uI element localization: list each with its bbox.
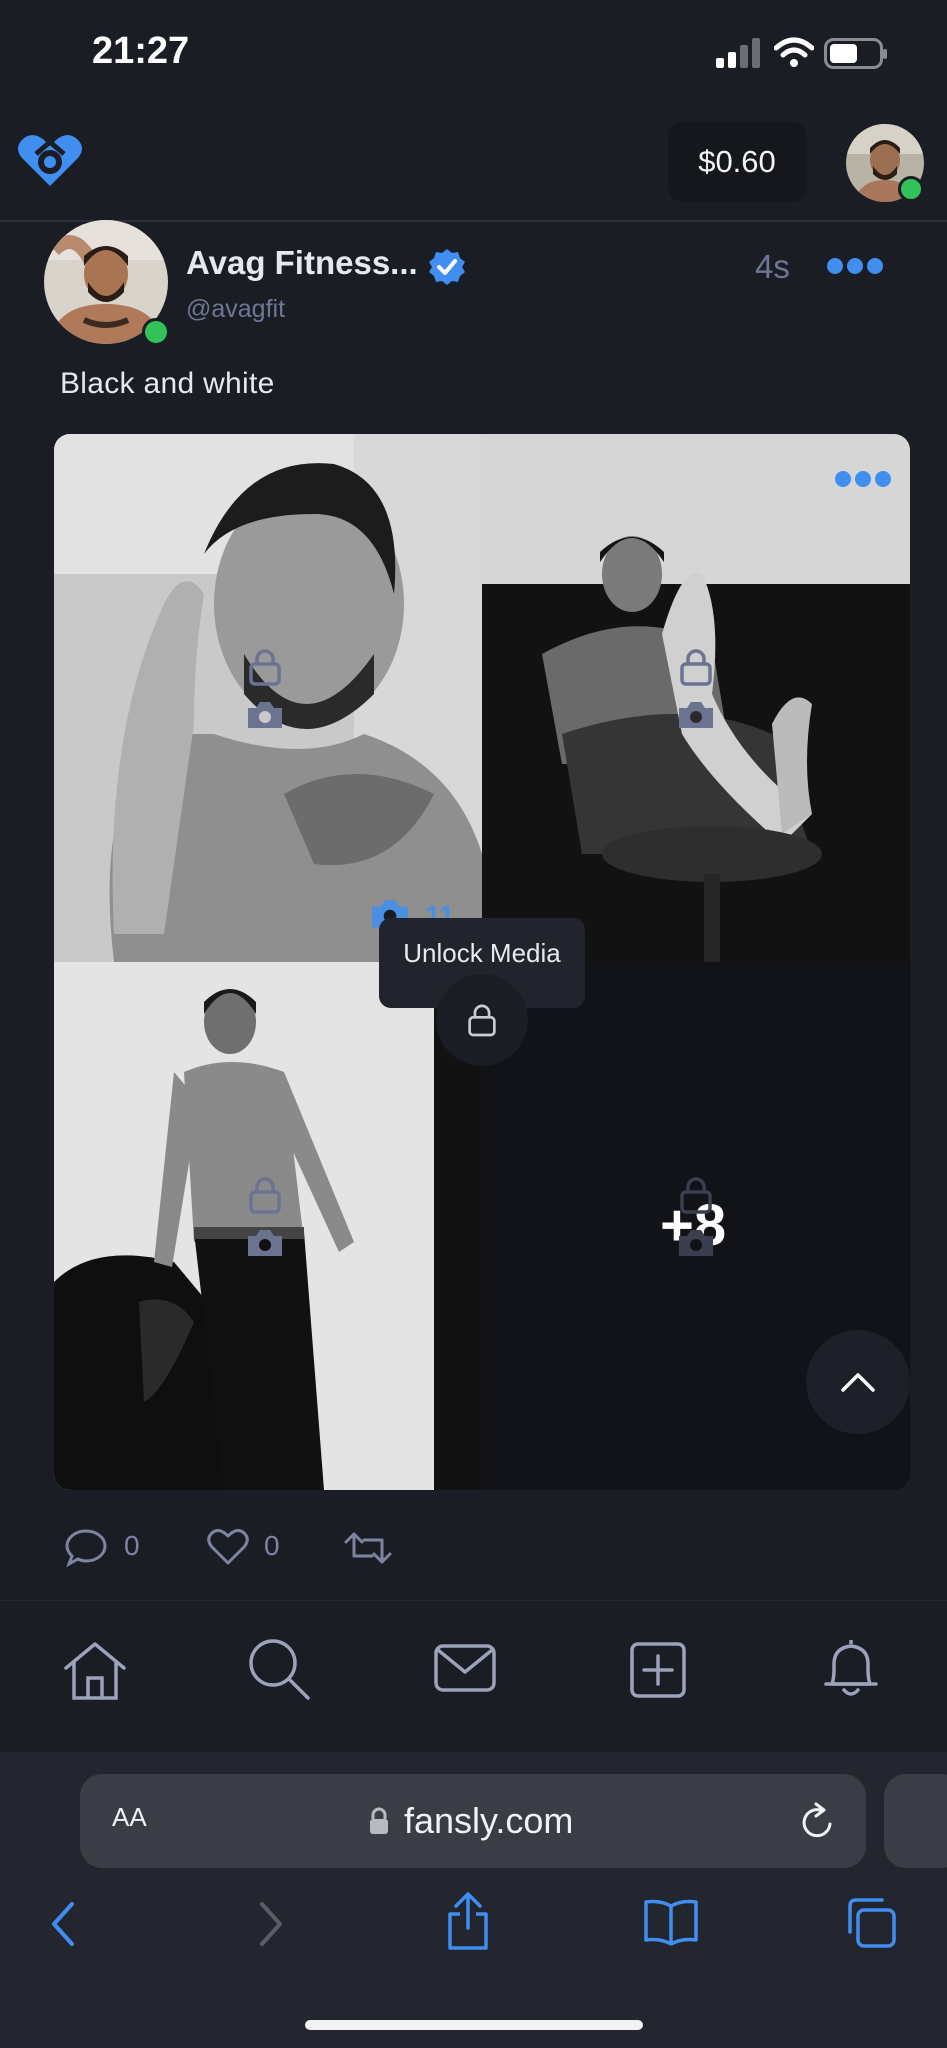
camera-icon (248, 1230, 282, 1256)
cellular-signal-icon (716, 38, 760, 68)
url-text[interactable]: fansly.com (404, 1800, 573, 1842)
comment-count: 0 (124, 1530, 140, 1561)
repost-icon[interactable] (342, 1530, 394, 1566)
heart-icon[interactable] (206, 1526, 250, 1566)
lock-icon (249, 1177, 281, 1214)
unlock-media-button[interactable] (436, 974, 528, 1066)
wallet-balance-button[interactable]: $0.60 (668, 122, 806, 202)
author-online-dot (142, 318, 170, 346)
post-more-icon[interactable] (826, 256, 884, 276)
forward-icon[interactable] (256, 1900, 286, 1948)
next-tab-preview[interactable] (884, 1774, 947, 1868)
status-time: 21:27 (92, 30, 190, 72)
verified-icon (429, 249, 465, 285)
text-size-button[interactable]: AA (112, 1802, 147, 1833)
tabs-icon[interactable] (844, 1896, 898, 1950)
post-caption: Black and white (60, 367, 275, 400)
author-handle[interactable]: @avagfit (186, 295, 285, 324)
text-size-label: AA (112, 1802, 147, 1832)
search-icon[interactable] (246, 1636, 312, 1702)
secure-lock-icon (370, 1807, 388, 1834)
lock-icon (680, 649, 712, 686)
create-post-icon[interactable] (630, 1642, 686, 1698)
chevron-up-icon (841, 1373, 875, 1392)
online-status-dot (898, 176, 924, 202)
bookmarks-icon[interactable] (642, 1898, 700, 1946)
tile-3-lock-overlay (246, 1176, 284, 1258)
tile-2-lock-overlay (677, 648, 715, 730)
tile-1-lock-overlay (246, 648, 284, 730)
lock-icon (680, 1177, 712, 1214)
lock-icon (468, 1004, 496, 1037)
lock-icon (249, 649, 281, 686)
share-icon[interactable] (444, 1890, 492, 1952)
media-more-icon[interactable] (834, 470, 892, 488)
reload-icon[interactable] (798, 1800, 838, 1842)
scroll-to-top-button[interactable] (806, 1330, 910, 1434)
messages-icon[interactable] (434, 1644, 496, 1692)
battery-icon (824, 38, 887, 69)
home-icon[interactable] (62, 1640, 128, 1702)
camera-icon (679, 1230, 713, 1256)
bell-icon[interactable] (822, 1636, 880, 1700)
camera-icon (248, 702, 282, 728)
home-indicator (305, 2020, 643, 2030)
comment-icon[interactable] (64, 1528, 108, 1568)
post-timestamp: 4s (755, 248, 790, 285)
wifi-icon (774, 37, 814, 67)
like-count: 0 (264, 1530, 280, 1561)
author-name[interactable]: Avag Fitness... (186, 244, 418, 282)
camera-icon (679, 702, 713, 728)
back-icon[interactable] (48, 1900, 78, 1948)
unlock-media-label[interactable]: Unlock Media (379, 938, 585, 969)
tile-4-lock-overlay (677, 1176, 715, 1258)
fansly-logo-icon[interactable] (16, 132, 84, 188)
